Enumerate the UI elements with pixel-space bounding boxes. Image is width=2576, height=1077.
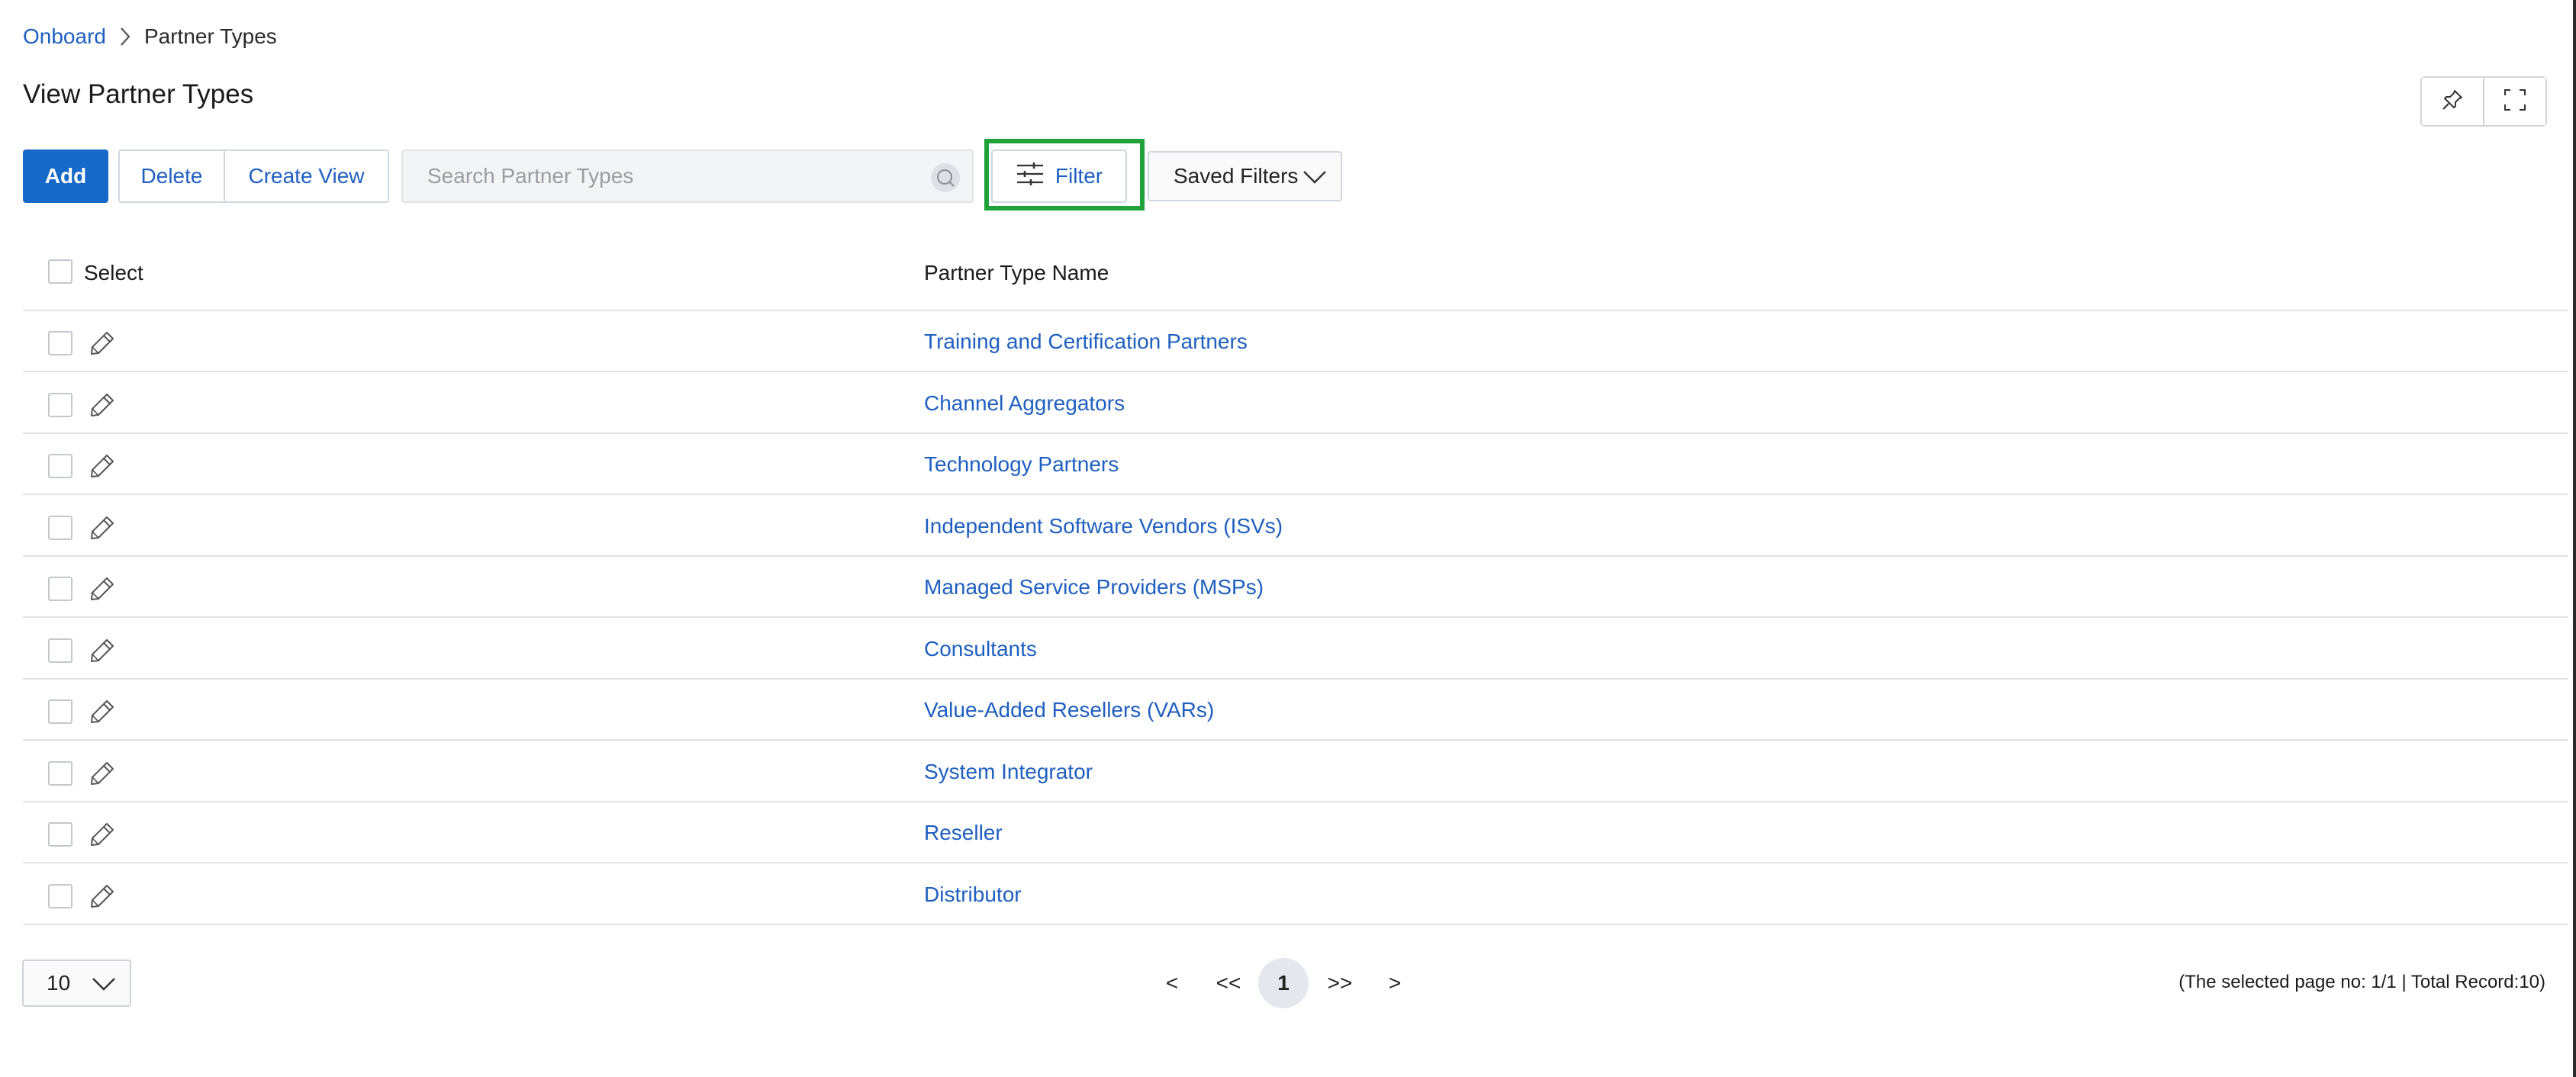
pencil-icon[interactable] (89, 821, 116, 848)
row-checkbox[interactable] (48, 454, 72, 478)
row-checkbox[interactable] (48, 699, 72, 724)
pencil-icon[interactable] (89, 452, 116, 480)
table-row: System Integrator (23, 740, 2568, 802)
partner-type-name-link[interactable]: Reseller (924, 821, 1003, 845)
partner-type-name-link[interactable]: Managed Service Providers (MSPs) (924, 575, 1264, 600)
add-button[interactable]: Add (23, 149, 108, 203)
first-page-button[interactable]: << (1213, 960, 1244, 1007)
select-all-checkbox[interactable] (48, 259, 72, 284)
last-page-button[interactable]: >> (1325, 960, 1355, 1007)
row-checkbox[interactable] (48, 516, 72, 540)
partner-type-name-link[interactable]: Distributor (924, 882, 1022, 907)
pencil-icon[interactable] (89, 391, 116, 419)
sliders-icon (1016, 162, 1045, 191)
table-header: Select Partner Type Name (23, 252, 2568, 311)
fullscreen-button[interactable] (2483, 78, 2545, 125)
table-row: Value-Added Resellers (VARs) (23, 678, 2568, 741)
chevron-down-icon (92, 973, 116, 1000)
fullscreen-icon (2503, 88, 2527, 116)
table-row: Training and Certification Partners (23, 310, 2568, 372)
breadcrumb-onboard-link[interactable]: Onboard (23, 24, 106, 49)
table-row: Channel Aggregators (23, 371, 2568, 434)
table-row: Consultants (23, 617, 2568, 680)
page-size-value: 10 (47, 971, 71, 995)
partner-type-name-column-header[interactable]: Partner Type Name (924, 261, 1109, 285)
row-checkbox[interactable] (48, 331, 72, 355)
page-size-select[interactable]: 10 (22, 960, 131, 1007)
table-row: Distributor (23, 863, 2568, 925)
create-view-button[interactable]: Create View (224, 151, 388, 201)
table-row: Reseller (23, 801, 2568, 863)
pencil-icon[interactable] (89, 760, 116, 787)
search-input[interactable] (426, 163, 917, 189)
next-page-button[interactable]: > (1386, 960, 1404, 1007)
saved-filters-dropdown[interactable]: Saved Filters (1148, 151, 1342, 201)
table-row: Independent Software Vendors (ISVs) (23, 494, 2568, 557)
delete-button[interactable]: Delete (120, 151, 224, 201)
breadcrumb-current: Partner Types (143, 24, 277, 48)
breadcrumb: Onboard Partner Types (23, 23, 277, 50)
filter-button[interactable]: Filter (991, 149, 1127, 203)
partner-type-name-link[interactable]: Training and Certification Partners (924, 330, 1248, 354)
partner-type-name-link[interactable]: System Integrator (924, 760, 1093, 784)
page-title: View Partner Types (23, 79, 254, 109)
row-checkbox[interactable] (48, 884, 72, 908)
pencil-icon[interactable] (89, 514, 116, 542)
chevron-down-icon (1302, 166, 1327, 193)
row-checkbox[interactable] (48, 638, 72, 663)
row-checkbox[interactable] (48, 761, 72, 786)
search-box (401, 149, 974, 203)
pin-icon (2440, 88, 2465, 116)
partner-type-name-link[interactable]: Consultants (924, 637, 1037, 661)
current-page-button[interactable]: 1 (1258, 958, 1309, 1008)
row-checkbox[interactable] (48, 822, 72, 847)
partner-type-name-link[interactable]: Independent Software Vendors (ISVs) (924, 514, 1283, 538)
pencil-icon[interactable] (89, 575, 116, 603)
chevron-right-icon (106, 23, 144, 50)
pin-button[interactable] (2422, 78, 2483, 125)
pencil-icon[interactable] (89, 330, 116, 357)
pencil-icon[interactable] (89, 882, 116, 910)
partner-type-name-link[interactable]: Technology Partners (924, 452, 1119, 477)
record-info: (The selected page no: 1/1 | Total Recor… (2178, 972, 2545, 992)
saved-filters-label: Saved Filters (1174, 164, 1299, 188)
pencil-icon[interactable] (89, 637, 116, 664)
prev-page-button[interactable]: < (1163, 960, 1181, 1007)
row-checkbox[interactable] (48, 393, 72, 417)
search-icon[interactable] (931, 163, 960, 192)
filter-label: Filter (1055, 164, 1103, 188)
table-row: Managed Service Providers (MSPs) (23, 555, 2568, 618)
row-checkbox[interactable] (48, 577, 72, 601)
view-controls (2420, 76, 2547, 127)
action-button-group: Delete Create View (118, 149, 389, 203)
partner-type-name-link[interactable]: Channel Aggregators (924, 391, 1125, 416)
window-edge (2573, 0, 2576, 1077)
partner-type-name-link[interactable]: Value-Added Resellers (VARs) (924, 698, 1214, 722)
table-row: Technology Partners (23, 432, 2568, 495)
pencil-icon[interactable] (89, 698, 116, 725)
select-column-header: Select (84, 261, 143, 285)
